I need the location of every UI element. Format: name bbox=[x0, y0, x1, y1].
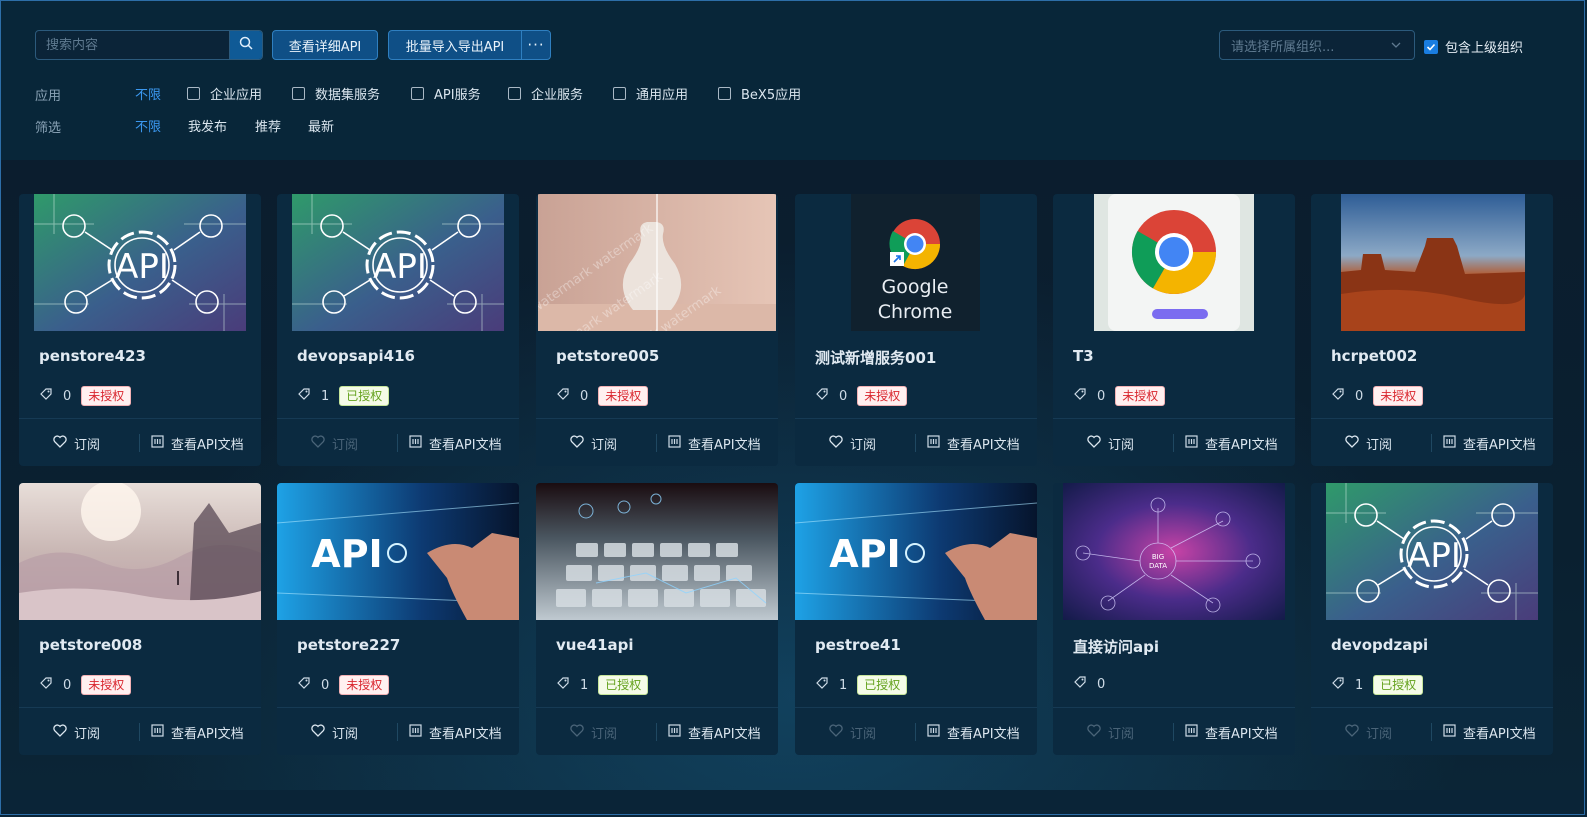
window-border bbox=[0, 0, 1585, 815]
